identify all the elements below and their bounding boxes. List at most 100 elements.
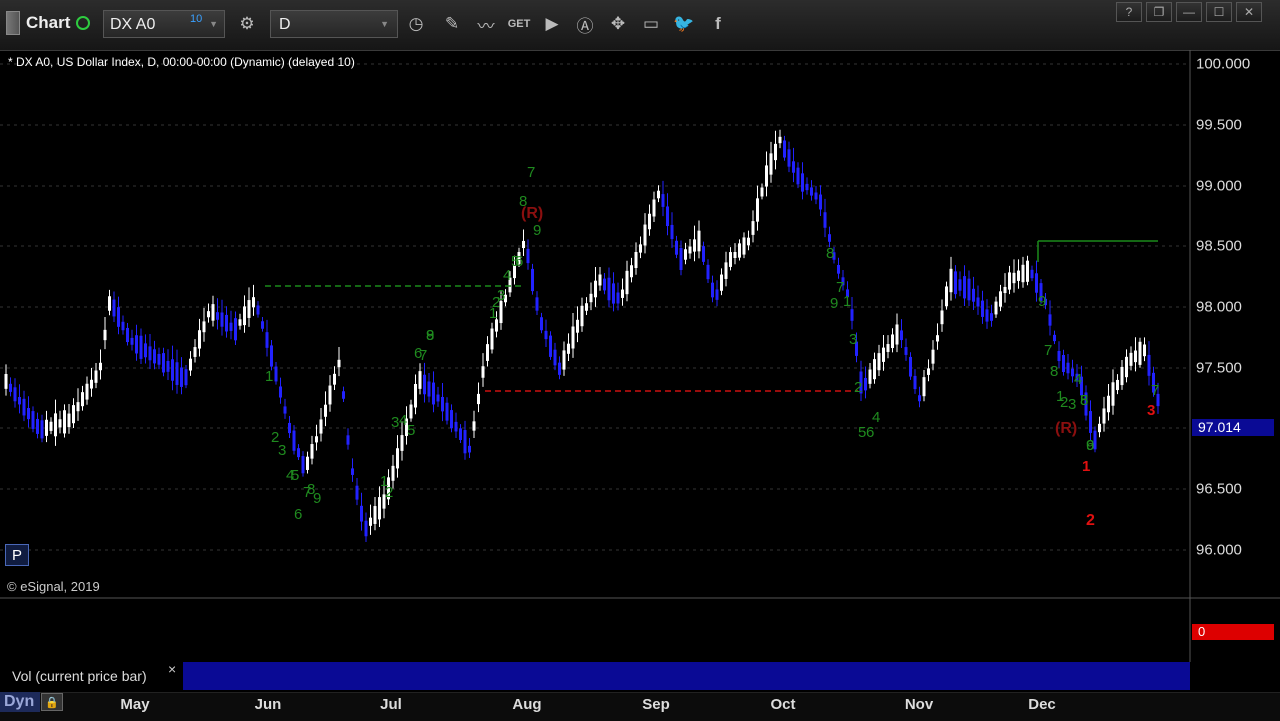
bar-body [589,293,593,303]
bar-body [364,520,368,537]
bar-body [873,359,876,380]
bar-body [922,377,926,397]
bar-body [121,321,125,331]
bar-body [315,436,318,443]
bar-body [1008,272,1011,290]
bar-body [976,297,980,307]
bar-body [1062,355,1065,372]
bar-body [751,221,755,235]
volume-value-badge: 0 [1192,624,1274,640]
bar-body [175,362,179,385]
month-label: Nov [904,696,934,713]
td-setup-count: 9 [426,327,434,344]
price-axis-label: 96.000 [1196,541,1242,559]
bar-body [733,251,737,259]
bar-body [999,291,1002,307]
bar-body [76,402,80,412]
bar-body [418,371,422,389]
bar-body [144,343,147,358]
bar-body [580,305,584,327]
bar-body [648,213,651,230]
bar-body [279,386,282,398]
bar-body [99,362,102,371]
bar-body [355,485,359,500]
bar-body [616,292,620,304]
bar-body [166,360,170,372]
bar-body [58,419,62,428]
bar-body [688,246,692,254]
bar-body [22,398,26,416]
bar-body [414,383,417,408]
bar-body [985,309,989,322]
bar-body [211,304,215,321]
bar-body [49,421,53,431]
price-bars [4,129,1160,543]
month-label: Oct [770,696,796,713]
bar-body [931,349,935,364]
bar-body [724,262,728,279]
last-price-badge: 97.014 [1192,419,1274,436]
td-setup-count: 7 [419,347,427,364]
price-chart[interactable]: 123457869123 456789123456789879 13245 69781… [0,0,1280,662]
td-setup-count: 7 [1151,382,1159,399]
bar-body [193,347,197,357]
bar-body [67,413,71,428]
dynamic-button[interactable]: Dyn [0,692,40,712]
bar-body [283,406,287,414]
close-icon[interactable]: × [168,661,176,677]
bar-body [675,240,678,255]
bar-body [814,192,818,200]
bar-body [337,359,341,368]
bar-body [135,335,138,354]
bar-body [351,468,354,475]
bar-body [126,327,129,343]
bar-body [661,194,665,207]
bar-body [702,246,705,262]
td-setup-count: 7 [1044,342,1052,359]
bar-body [441,396,444,412]
bar-body [112,299,116,317]
bar-body [130,337,134,345]
bar-body [603,278,606,291]
time-axis[interactable] [0,692,1280,721]
bar-body [823,212,827,228]
bar-body [301,456,305,474]
bar-body [346,435,350,445]
bar-body [639,244,642,253]
bar-body [679,248,683,270]
month-label: Dec [1028,696,1056,713]
bar-body [189,358,192,371]
bar-body [738,243,741,258]
bar-body [369,517,372,526]
p-badge[interactable]: P [5,544,29,566]
bar-body [945,286,948,307]
bar-body [805,183,809,191]
bar-body [432,382,435,405]
bar-body [139,335,143,359]
bar-body [1057,350,1061,362]
bar-body [864,377,867,391]
bar-body [207,311,210,318]
price-axis-label: 98.500 [1196,237,1242,255]
bar-body [333,373,336,385]
bar-body [1066,362,1070,374]
bar-body [598,274,602,286]
bar-body [270,345,273,367]
bar-body [225,314,228,332]
bar-body [378,497,381,520]
bar-body [670,224,674,240]
bar-body [553,349,557,366]
bar-body [594,280,597,298]
bar-body [607,277,611,301]
bar-body [216,312,219,320]
lock-icon[interactable]: 🔒 [41,693,63,711]
bar-body [801,173,804,192]
bar-body [630,265,633,278]
month-label: Aug [512,696,542,713]
volume-label: Vol (current price bar) [0,662,183,690]
bar-body [571,326,575,349]
bar-body [202,321,206,333]
bar-body [463,430,467,454]
bar-body [247,300,251,318]
bar-body [36,418,39,434]
